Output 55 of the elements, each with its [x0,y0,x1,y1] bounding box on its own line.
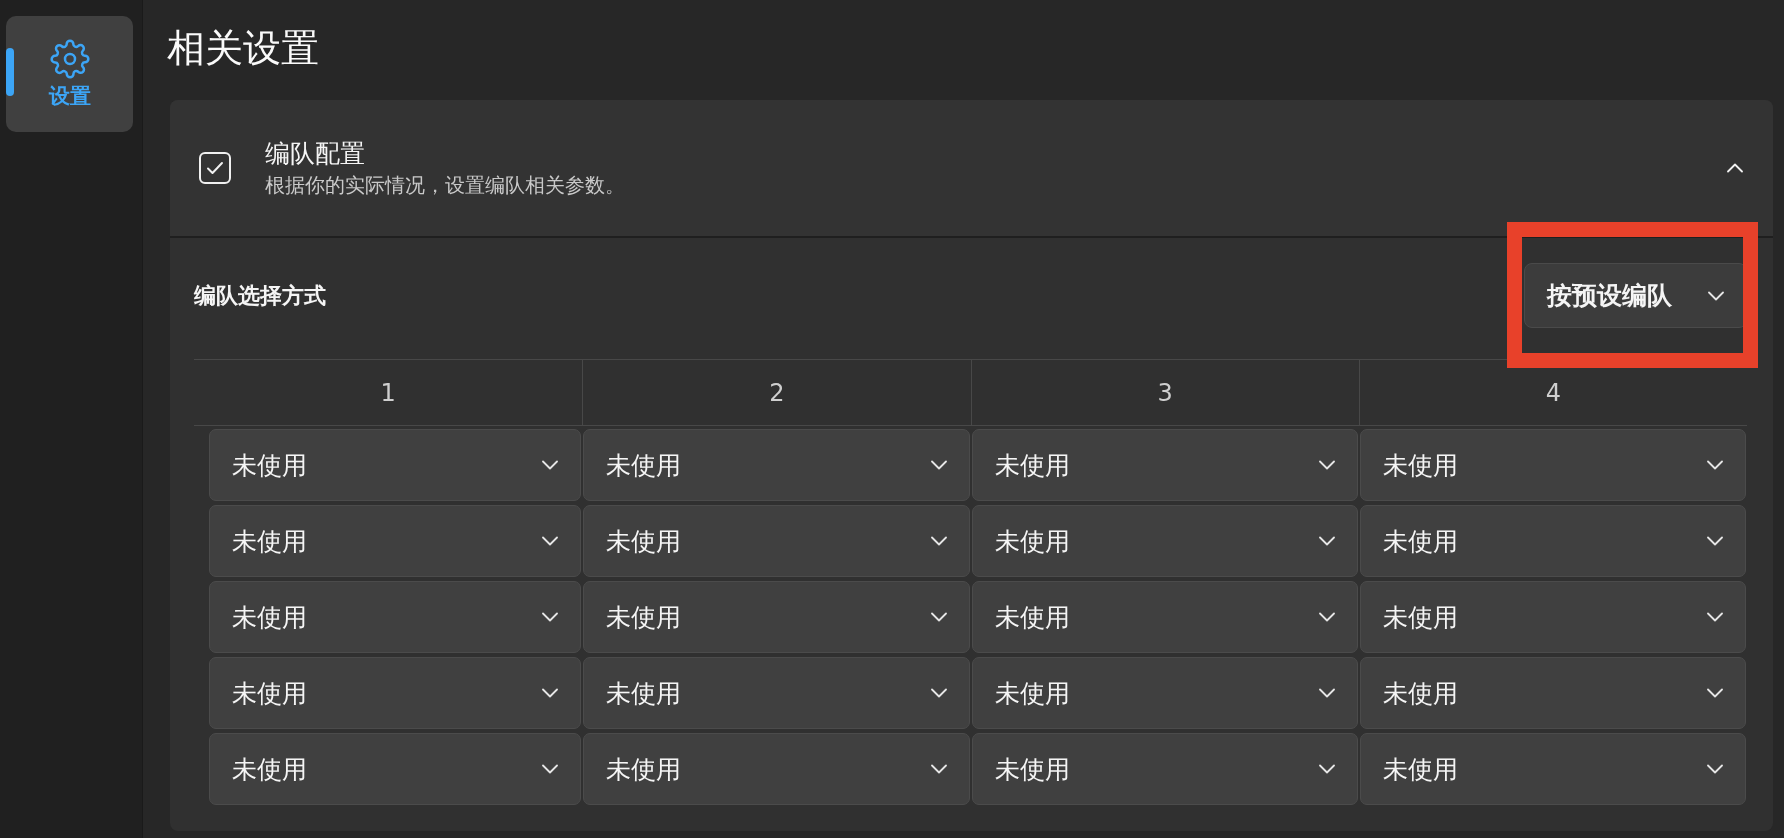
section-subtitle: 根据你的实际情况，设置编队相关参数。 [265,172,626,199]
slot-dropdown[interactable]: 未使用 [209,733,582,805]
chevron-up-icon[interactable] [1727,163,1743,173]
slot-dropdown[interactable]: 未使用 [583,657,970,729]
selection-indicator [6,48,14,96]
slot-dropdown[interactable]: 未使用 [971,733,1358,805]
slot-dropdown[interactable]: 未使用 [971,429,1358,501]
slot-dropdown[interactable]: 未使用 [209,581,582,653]
page-title: 相关设置 [167,25,320,72]
slot-dropdown[interactable]: 未使用 [583,733,970,805]
column-header: 4 [1545,378,1561,407]
slot-dropdown[interactable]: 未使用 [209,657,582,729]
chevron-down-icon [930,688,947,698]
slot-dropdown[interactable]: 未使用 [1359,429,1746,501]
slot-dropdown[interactable]: 未使用 [971,581,1358,653]
chevron-down-icon [930,764,947,774]
chevron-down-icon [930,536,947,546]
slot-dropdown[interactable]: 未使用 [583,505,970,577]
chevron-down-icon [1707,612,1723,622]
chevron-down-icon [1707,460,1723,470]
chevron-down-icon [542,536,559,546]
slot-dropdown[interactable]: 未使用 [209,429,582,501]
column-header: 3 [1157,378,1173,407]
chevron-down-icon [542,764,559,774]
column-header: 2 [769,378,785,407]
chevron-down-icon [542,612,559,622]
slot-dropdown[interactable]: 未使用 [971,657,1358,729]
chevron-down-icon [1318,764,1335,774]
checked-box-icon [199,152,231,184]
chevron-down-icon [542,460,559,470]
chevron-down-icon [1318,460,1335,470]
chevron-down-icon [542,688,559,698]
chevron-down-icon [1707,688,1723,698]
sidebar-item[interactable]: 设置 [6,16,133,132]
slot-dropdown[interactable]: 未使用 [1359,505,1746,577]
chevron-down-icon [1318,612,1335,622]
slot-dropdown[interactable]: 未使用 [971,505,1358,577]
chevron-down-icon [1708,290,1724,301]
chevron-down-icon [1707,536,1723,546]
chevron-down-icon [1318,536,1335,546]
slot-dropdown[interactable]: 未使用 [209,505,582,577]
column-header: 1 [380,378,396,407]
slot-dropdown[interactable]: 未使用 [1359,581,1746,653]
slot-dropdown[interactable]: 未使用 [583,581,970,653]
selector-label: 编队选择方式 [194,281,326,310]
chevron-down-icon [1707,764,1723,774]
section-header[interactable]: 编队配置 根据你的实际情况，设置编队相关参数。 [170,100,1773,238]
chevron-down-icon [1318,688,1335,698]
slot-dropdown[interactable]: 未使用 [1359,657,1746,729]
slot-dropdown[interactable]: 未使用 [583,429,970,501]
chevron-down-icon [930,460,947,470]
settings-icon [49,39,90,79]
slot-dropdown[interactable]: 未使用 [1359,733,1746,805]
section-title: 编队配置 [265,138,366,170]
chevron-down-icon [930,612,947,622]
